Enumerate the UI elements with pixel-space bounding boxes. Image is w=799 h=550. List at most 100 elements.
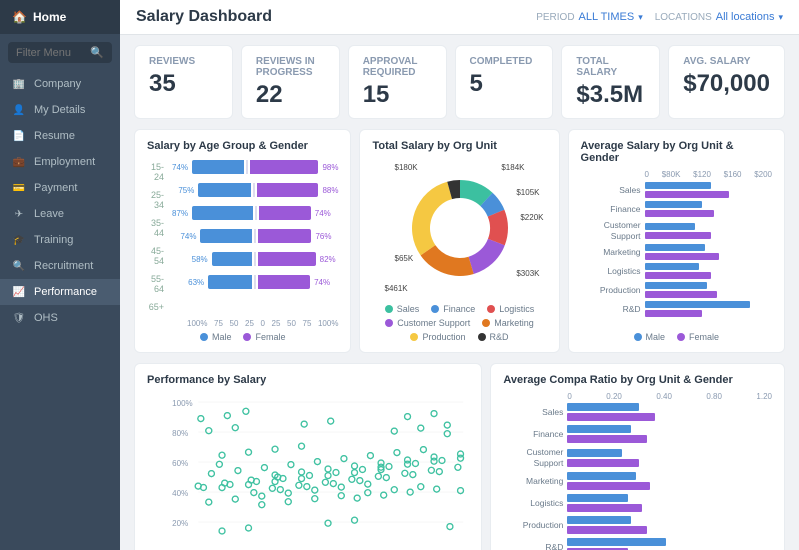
compa-title: Average Compa Ratio by Org Unit & Gender — [503, 374, 772, 386]
donut-container: $180K $184K $105K $220K $303K $461K $65K… — [372, 158, 546, 342]
legend-female-avg: Female — [677, 332, 719, 342]
scatter-dot — [235, 468, 241, 474]
donut-legend-logistics: Logistics — [487, 304, 534, 314]
scatter-dot — [322, 480, 328, 486]
hbar-female — [645, 232, 711, 239]
hbar-row-6: R&D — [581, 301, 772, 317]
location-selector[interactable]: Locations All locations ▾ — [655, 11, 783, 23]
main-content: Salary Dashboard Period ALL TIMES ▾ Loca… — [120, 0, 799, 550]
legend-male-avg: Male — [634, 332, 666, 342]
period-selector[interactable]: Period ALL TIMES ▾ — [536, 11, 643, 23]
sidebar-item-performance[interactable]: 📈 Performance — [0, 279, 120, 305]
hbar-row-3: Marketing — [581, 244, 772, 260]
stat-card-completed: Completed5 — [455, 45, 554, 119]
scatter-dot — [412, 461, 418, 467]
hbar-label: Sales — [581, 185, 641, 195]
sidebar-item-employment[interactable]: 💼Employment — [0, 149, 120, 175]
compa-bars-inner — [567, 494, 772, 512]
sidebar-item-recruitment[interactable]: 🔍Recruitment — [0, 253, 120, 279]
sidebar-icon: 📄 — [12, 131, 26, 142]
chart-row-2: Performance by Salary 100% 80% 60% 40% 2… — [134, 363, 785, 550]
hbar-bars — [645, 201, 772, 217]
stat-label: Completed — [470, 56, 539, 67]
sidebar-icon: 🎓 — [12, 235, 26, 246]
sidebar-label: Payment — [34, 182, 77, 194]
sidebar-icon: 📈 — [12, 287, 26, 298]
hbar-bars — [645, 244, 772, 260]
scatter-dot — [261, 465, 267, 471]
compa-bars-inner — [567, 516, 772, 534]
sidebar-label: Performance — [34, 286, 97, 298]
hbar-female — [645, 210, 715, 217]
sidebar-item-ohs[interactable]: 🛡OHS — [0, 305, 120, 331]
stat-label: Approval Required — [363, 56, 432, 78]
svg-text:80%: 80% — [172, 429, 188, 438]
donut-legend: SalesFinanceLogisticsCustomer SupportMar… — [372, 304, 546, 342]
compa-bars-inner — [567, 425, 772, 443]
search-box[interactable]: 🔍 — [8, 42, 112, 63]
sidebar-label: Resume — [34, 130, 75, 142]
scatter-dot — [306, 473, 312, 479]
compa-org-label: R&D — [503, 542, 563, 550]
bar-row-65+: 63% 74% — [172, 273, 338, 291]
bar-female — [257, 183, 319, 197]
donut-legend-label: Logistics — [499, 304, 534, 314]
compa-bars-inner — [567, 472, 772, 490]
scatter-dot — [381, 492, 387, 498]
bar-row-35-44: 87% 74% — [172, 204, 338, 222]
compa-female-bar — [567, 435, 646, 443]
content: Reviews35Reviews In Progress22Approval R… — [120, 35, 799, 550]
stat-label: Total Salary — [576, 56, 645, 78]
bar-right: 82% — [258, 252, 338, 266]
bar-female — [258, 252, 315, 266]
sidebar-item-leave[interactable]: ✈Leave — [0, 201, 120, 227]
bar-left: 74% — [172, 160, 244, 174]
stat-value: $70,000 — [683, 71, 770, 97]
hbar-male — [645, 263, 699, 270]
sidebar-item-payment[interactable]: 💳Payment — [0, 175, 120, 201]
compa-male-bar — [567, 425, 631, 433]
stat-card-approval-required: Approval Required15 — [348, 45, 447, 119]
perf-title: Performance by Salary — [147, 374, 469, 386]
legend-male: Male — [200, 332, 232, 342]
compa-org-label: Sales — [503, 407, 563, 417]
sidebar-item-training[interactable]: 🎓 Training — [0, 227, 120, 253]
donut-svg — [390, 158, 530, 298]
scatter-dot — [219, 453, 225, 459]
compa-male-bar — [567, 472, 635, 480]
scatter-dot — [269, 486, 275, 492]
compa-chart: Average Compa Ratio by Org Unit & Gender… — [490, 363, 785, 550]
scatter-dot — [341, 456, 347, 462]
sidebar-label: Training — [34, 234, 73, 246]
compa-row-5: Production — [503, 516, 772, 534]
compa-female-bar — [567, 526, 646, 534]
hbar-bars — [645, 301, 772, 317]
sidebar-icon: 🏢 — [12, 79, 26, 90]
hbar-male — [645, 244, 705, 251]
search-input[interactable] — [16, 47, 86, 59]
scatter-dot — [402, 471, 408, 477]
compa-female-bar — [567, 413, 655, 421]
scatter-dot — [325, 521, 331, 527]
scatter-dot — [314, 459, 320, 465]
topbar: Salary Dashboard Period ALL TIMES ▾ Loca… — [120, 0, 799, 35]
avg-salary-chart: Average Salary by Org Unit & Gender 0$80… — [568, 129, 785, 353]
center-divider — [254, 252, 256, 266]
compa-org-label: Customer Support — [503, 447, 563, 467]
sidebar-label: Leave — [34, 208, 64, 220]
bar-male — [200, 229, 252, 243]
donut-legend-label: Finance — [443, 304, 475, 314]
hbar-label: Finance — [581, 204, 641, 214]
sidebar-label: Employment — [34, 156, 95, 168]
age-gender-chart: Salary by Age Group & Gender 15-2425-343… — [134, 129, 351, 353]
sidebar-item-resume[interactable]: 📄 Resume — [0, 123, 120, 149]
hbar-male — [645, 282, 707, 289]
scatter-dot — [296, 483, 302, 489]
sidebar-item-company[interactable]: 🏢Company — [0, 71, 120, 97]
home-label[interactable]: Home — [33, 10, 66, 24]
hbar-bars — [645, 263, 772, 279]
scatter-dot — [299, 444, 305, 450]
sidebar-item-my-details[interactable]: 👤My Details — [0, 97, 120, 123]
stat-card-total-salary: Total Salary$3.5M — [561, 45, 660, 119]
page-title: Salary Dashboard — [136, 8, 272, 26]
